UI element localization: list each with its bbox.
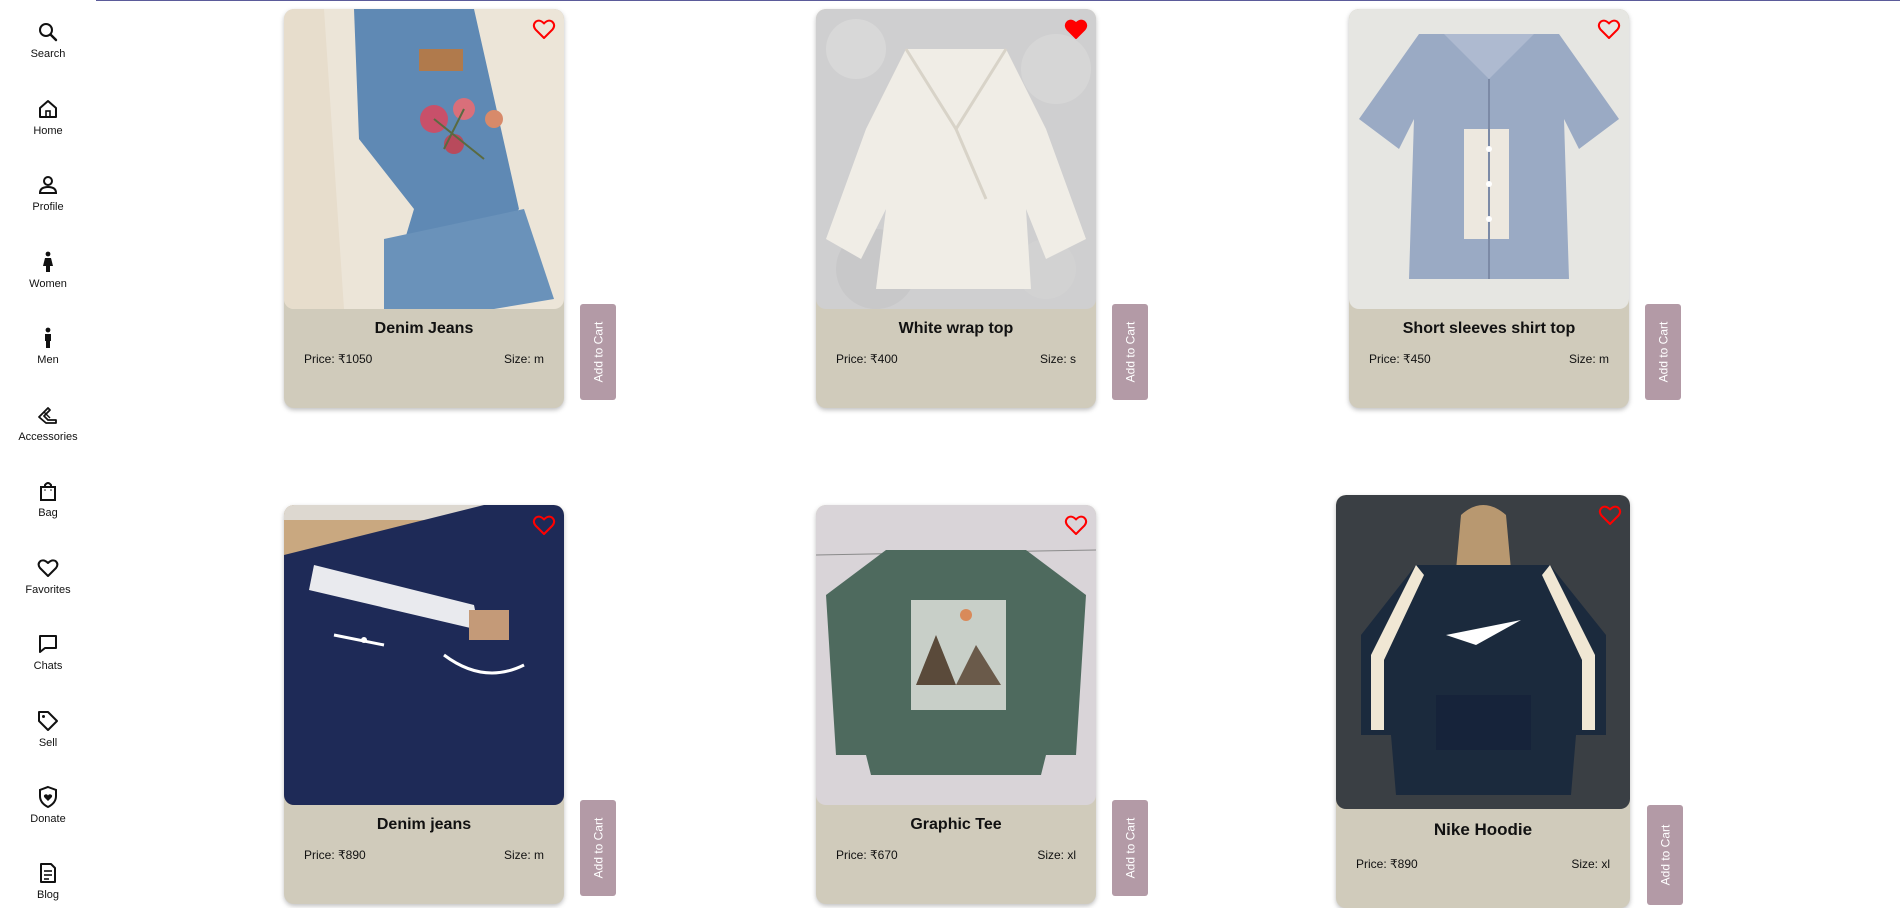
favorite-heart-icon[interactable] — [1064, 513, 1088, 537]
product-card[interactable]: Graphic Tee Price: ₹670 Size: xl — [816, 505, 1096, 904]
sidebar-item-label: Accessories — [18, 431, 78, 443]
product-size: Size: m — [503, 848, 544, 862]
favorite-heart-icon[interactable] — [1597, 17, 1621, 41]
sidebar-item-search[interactable]: Search — [0, 20, 96, 80]
add-to-cart-button[interactable]: Add to Cart — [1112, 304, 1148, 400]
product-title: Nike Hoodie — [1433, 820, 1533, 839]
man-icon — [45, 327, 51, 348]
sidebar-nav: Search Home Profile Women Men Accessorie… — [0, 0, 96, 908]
add-to-cart-label: Add to Cart — [591, 321, 606, 383]
product-image[interactable] — [1349, 9, 1629, 309]
product-title: Denim jeans — [376, 816, 472, 833]
top-border — [0, 0, 1900, 1]
product-card[interactable]: Denim Jeans Price: ₹1050 Size: m — [284, 9, 564, 408]
woman-icon — [43, 251, 53, 272]
add-to-cart-label: Add to Cart — [1123, 321, 1138, 383]
search-icon — [39, 23, 58, 42]
product-image[interactable] — [816, 505, 1096, 805]
sidebar-item-label: Blog — [36, 889, 60, 901]
sidebar-item-label: Search — [30, 48, 66, 60]
product-size: Size: s — [1039, 352, 1076, 366]
sidebar-item-profile[interactable]: Profile — [0, 173, 96, 233]
product-card[interactable]: Nike Hoodie Price: ₹890 Size: xl — [1336, 495, 1630, 908]
sidebar-item-chats[interactable]: Chats — [0, 632, 96, 692]
product-size: Size: xl — [1037, 848, 1076, 862]
product-title: Short sleeves shirt top — [1402, 320, 1576, 337]
product-card[interactable]: Short sleeves shirt top Price: ₹450 Size… — [1349, 9, 1629, 408]
product-title: Graphic Tee — [910, 816, 1002, 833]
add-to-cart-label: Add to Cart — [1123, 817, 1138, 879]
product-price: Price: ₹450 — [1369, 352, 1431, 366]
product-card[interactable]: White wrap top Price: ₹400 Size: s — [816, 9, 1096, 408]
sidebar-item-blog[interactable]: Blog — [0, 861, 96, 908]
product-price: Price: ₹890 — [304, 848, 366, 862]
favorite-heart-icon[interactable] — [1598, 503, 1622, 527]
product-size: Size: m — [1568, 352, 1609, 366]
product-image[interactable] — [284, 9, 564, 309]
product-title: White wrap top — [898, 320, 1014, 337]
product-price: Price: ₹890 — [1356, 857, 1418, 871]
favorite-heart-icon[interactable] — [532, 17, 556, 41]
add-to-cart-label: Add to Cart — [1658, 824, 1673, 886]
home-icon — [39, 100, 57, 118]
sidebar-item-home[interactable]: Home — [0, 97, 96, 157]
add-to-cart-label: Add to Cart — [591, 817, 606, 879]
sidebar-item-label: Favorites — [25, 584, 71, 596]
sidebar-item-label: Profile — [32, 201, 64, 213]
sidebar-item-label: Sell — [38, 737, 58, 749]
product-size: Size: xl — [1571, 857, 1610, 871]
product-price: Price: ₹1050 — [304, 352, 373, 366]
accessories-icon — [38, 407, 57, 424]
sidebar-item-accessories[interactable]: Accessories — [0, 403, 96, 463]
sidebar-item-sell[interactable]: Sell — [0, 709, 96, 769]
sidebar-item-donate[interactable]: Donate — [0, 785, 96, 845]
add-to-cart-button[interactable]: Add to Cart — [580, 800, 616, 896]
profile-icon — [38, 176, 58, 194]
add-to-cart-label: Add to Cart — [1656, 321, 1671, 383]
add-to-cart-button[interactable]: Add to Cart — [1645, 304, 1681, 400]
chat-icon — [39, 635, 57, 653]
tag-icon — [38, 711, 58, 731]
sidebar-item-women[interactable]: Women — [0, 250, 96, 310]
product-price: Price: ₹400 — [836, 352, 898, 366]
product-title: Denim Jeans — [374, 320, 474, 337]
product-image[interactable] — [816, 9, 1096, 309]
bag-icon — [40, 482, 56, 501]
favorite-heart-icon[interactable] — [1064, 17, 1088, 41]
document-icon — [40, 863, 56, 883]
add-to-cart-button[interactable]: Add to Cart — [580, 304, 616, 400]
product-price: Price: ₹670 — [836, 848, 898, 862]
sidebar-item-label: Bag — [38, 507, 58, 519]
sidebar-item-favorites[interactable]: Favorites — [0, 556, 96, 616]
product-size: Size: m — [503, 352, 544, 366]
sidebar-item-label: Men — [37, 354, 59, 366]
sidebar-item-label: Chats — [33, 660, 63, 672]
product-image[interactable] — [1336, 495, 1630, 809]
sidebar-item-label: Home — [33, 125, 63, 137]
sidebar-item-men[interactable]: Men — [0, 326, 96, 386]
sidebar-item-bag[interactable]: Bag — [0, 479, 96, 539]
sidebar-item-label: Donate — [30, 813, 66, 825]
add-to-cart-button[interactable]: Add to Cart — [1647, 805, 1683, 905]
product-card[interactable]: Denim jeans Price: ₹890 Size: m — [284, 505, 564, 904]
heart-icon — [37, 559, 59, 577]
favorite-heart-icon[interactable] — [532, 513, 556, 537]
product-image[interactable] — [284, 505, 564, 805]
add-to-cart-button[interactable]: Add to Cart — [1112, 800, 1148, 896]
sidebar-item-label: Women — [29, 278, 67, 290]
shield-heart-icon — [39, 785, 57, 809]
